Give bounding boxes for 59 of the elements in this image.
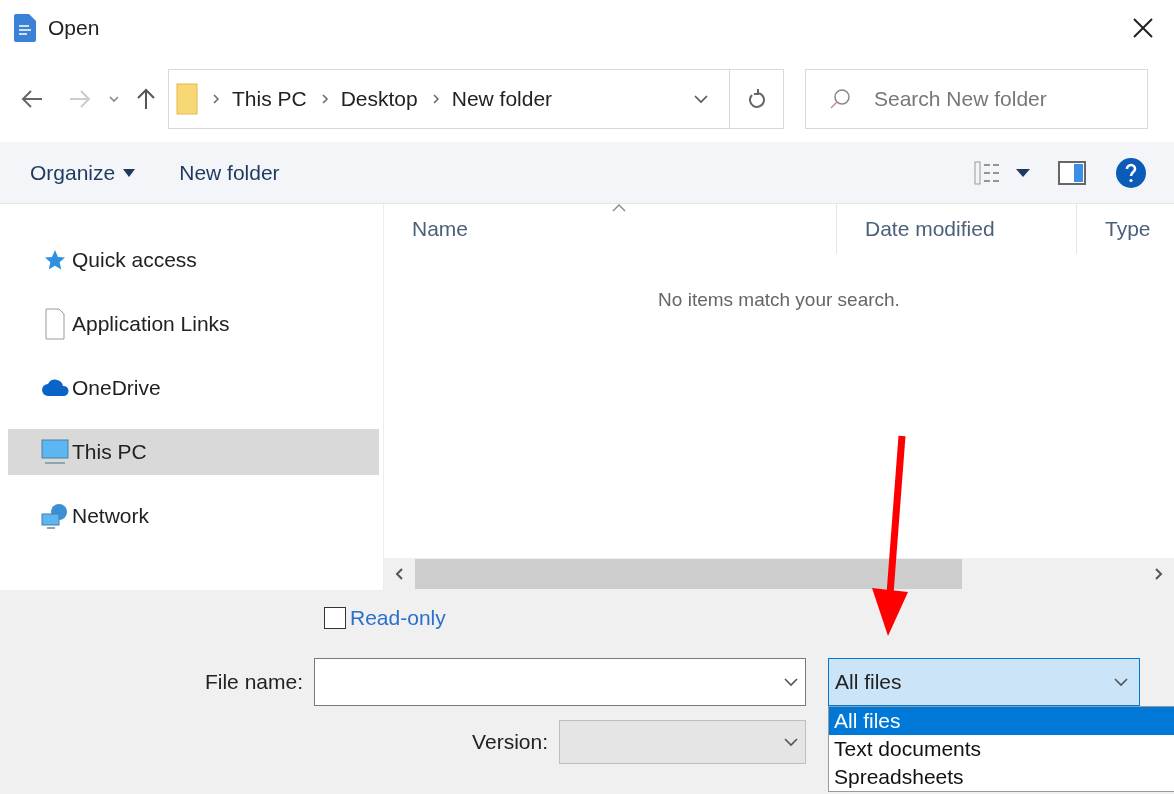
read-only-checkbox[interactable] — [324, 606, 346, 629]
field-label: Version: — [471, 728, 549, 755]
cloud-icon — [41, 379, 69, 397]
sidebar-label: OneDrive — [72, 375, 161, 402]
view-options-button[interactable] — [974, 160, 1030, 185]
star-icon — [43, 248, 67, 272]
toolbar-button[interactable]: Organize — [30, 156, 136, 189]
folder-icon — [176, 82, 198, 115]
breadcrumb-item[interactable]: This PC — [232, 82, 307, 115]
breadcrumb-item[interactable]: Desktop — [340, 82, 418, 115]
dropdown-option[interactable]: Text documents — [829, 735, 1174, 763]
sort-indicator-icon — [612, 204, 626, 212]
file-type-dropdown[interactable]: All files — [828, 657, 1140, 706]
caret-icon — [123, 168, 136, 177]
sidebar-item[interactable]: Application Links — [8, 301, 379, 347]
dropdown-option[interactable]: All files — [829, 707, 1174, 735]
chevron-right-icon — [320, 92, 329, 105]
sidebar-label: This PC — [72, 439, 147, 466]
sidebar-item[interactable]: OneDrive — [8, 365, 379, 411]
horizontal-scrollbar[interactable] — [384, 558, 1174, 590]
column-header[interactable]: Type — [1076, 204, 1174, 254]
sidebar-item[interactable]: Network — [8, 493, 379, 539]
sidebar-item[interactable]: This PC — [8, 429, 379, 475]
toolbar-button[interactable]: New folder — [179, 156, 280, 189]
empty-message: No items match your search. — [658, 288, 900, 312]
sidebar-label: Application Links — [72, 311, 230, 338]
refresh-icon — [746, 86, 767, 111]
network-icon — [41, 502, 69, 530]
chevron-right-icon — [212, 92, 220, 105]
window-title: Open — [48, 14, 100, 41]
help-button[interactable] — [1116, 157, 1146, 188]
chevron-down-icon — [1113, 676, 1129, 687]
help-icon — [1124, 162, 1138, 183]
sidebar-label: Quick access — [72, 247, 197, 274]
scroll-left-icon — [394, 567, 404, 581]
document-icon — [14, 13, 36, 42]
checkbox-label: Read-only — [350, 605, 446, 631]
document-icon — [45, 308, 65, 340]
monitor-icon — [41, 438, 69, 466]
column-header[interactable]: Name — [384, 204, 836, 254]
chevron-down-icon — [693, 93, 709, 104]
dropdown-option[interactable]: Spreadsheets — [829, 763, 1174, 791]
column-header[interactable]: Date modified — [836, 204, 1076, 254]
sidebar-item[interactable]: Quick access — [8, 237, 379, 283]
chevron-right-icon — [431, 92, 440, 105]
address-bar[interactable]: This PC Desktop New folder — [168, 68, 784, 129]
chevron-down-icon — [783, 676, 799, 687]
breadcrumb-item[interactable]: New folder — [451, 82, 553, 115]
scroll-right-icon — [1154, 567, 1164, 581]
chevron-down-icon — [783, 736, 799, 747]
file-name-field[interactable] — [314, 657, 806, 706]
field-label: File name: — [203, 668, 304, 695]
sidebar-label: Network — [72, 503, 150, 530]
search-icon — [829, 87, 851, 110]
chevron-down-icon — [108, 94, 120, 103]
preview-pane-button[interactable] — [1058, 160, 1086, 185]
caret-icon — [1016, 168, 1030, 177]
search-field[interactable]: Search New folder — [805, 68, 1148, 129]
scrollbar-thumb[interactable] — [415, 559, 962, 589]
